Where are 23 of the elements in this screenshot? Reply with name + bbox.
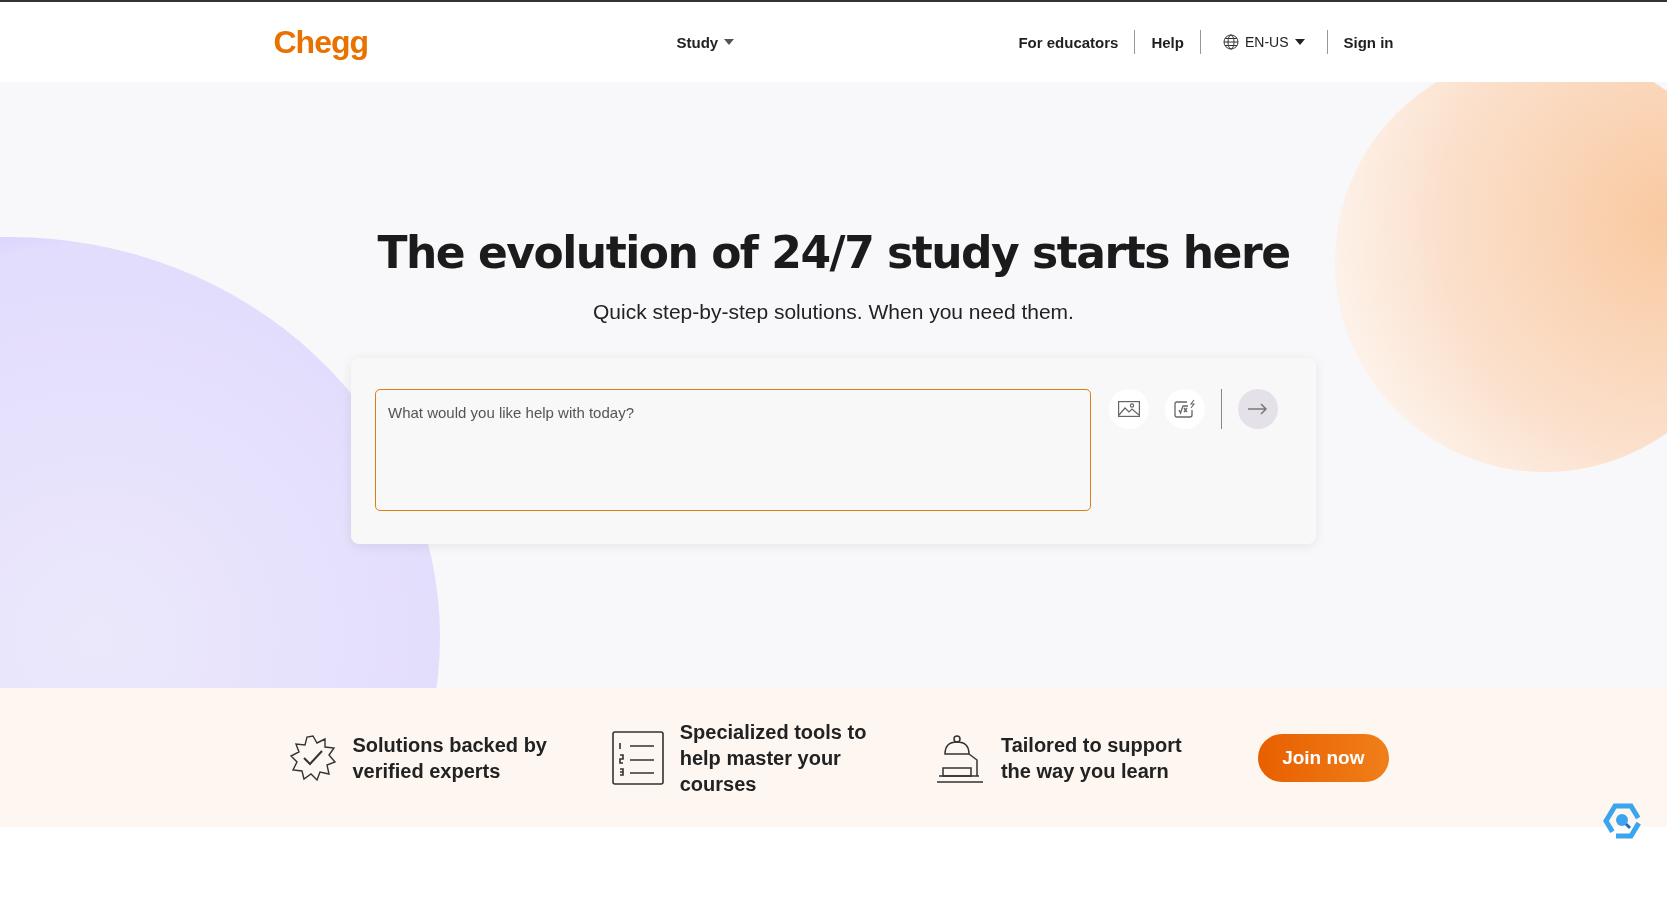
hero-title: The evolution of 24/7 study starts here bbox=[377, 227, 1290, 278]
square-root-icon bbox=[1174, 399, 1196, 419]
nav-link[interactable]: For educators bbox=[1018, 33, 1119, 51]
submit-button[interactable] bbox=[1238, 389, 1278, 429]
feature-text: Solutions backed by verified experts bbox=[352, 732, 548, 784]
study-menu[interactable]: Study bbox=[670, 32, 741, 52]
caret-icon bbox=[1294, 39, 1305, 45]
search-help-icon[interactable] bbox=[1603, 803, 1643, 839]
image-icon bbox=[1118, 401, 1140, 417]
verified-badge-icon bbox=[288, 733, 337, 782]
globe-icon bbox=[1222, 34, 1239, 50]
numbered-list-icon bbox=[611, 730, 664, 785]
math-button[interactable] bbox=[1165, 389, 1205, 429]
hero-subtitle: Quick step-by-step solutions. When you need them. bbox=[593, 300, 1074, 324]
nav-link[interactable]: Help bbox=[1151, 33, 1184, 51]
image-upload-button[interactable] bbox=[1109, 389, 1149, 429]
arrow-icon bbox=[1248, 403, 1268, 415]
question-field[interactable]: What would you like help with today? bbox=[375, 389, 1091, 511]
sign-in-link[interactable]: Sign in bbox=[1343, 33, 1394, 51]
caret-icon bbox=[724, 39, 735, 45]
language-menu[interactable]: EN-US bbox=[1216, 33, 1311, 51]
feature-text: Tailored to support the way you learn bbox=[1000, 732, 1183, 784]
feature-text: Specialized tools to help master your courses bbox=[679, 719, 868, 797]
